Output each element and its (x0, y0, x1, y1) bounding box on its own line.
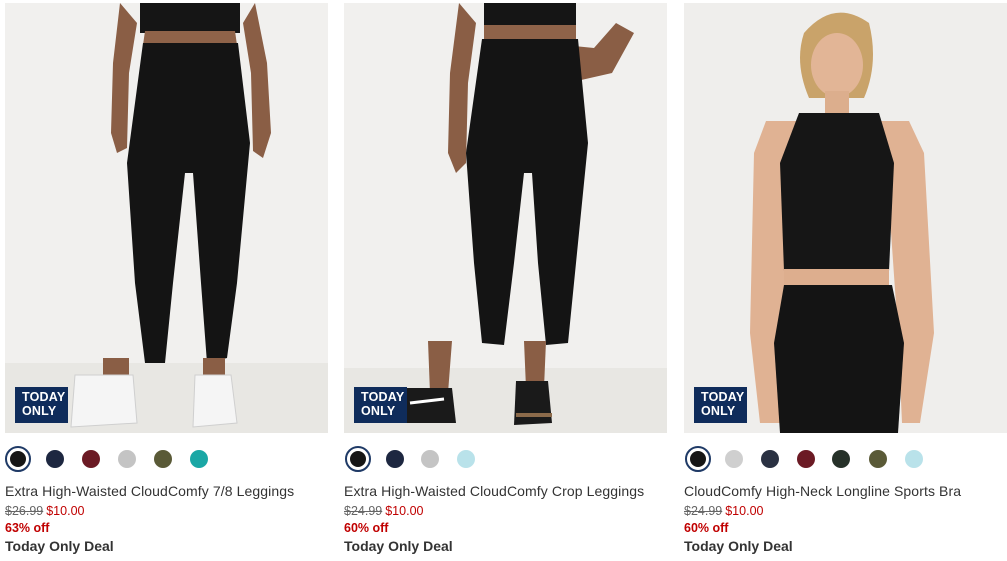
discount-percent: 63% off (5, 521, 50, 535)
original-price: $24.99 (684, 504, 723, 518)
price-row: $24.99 $10.00 (684, 504, 763, 518)
badge-line-1: TODAY (361, 390, 405, 404)
price-row: $24.99 $10.00 (344, 504, 423, 518)
sale-price: $10.00 (385, 504, 424, 518)
badge-line-2: ONLY (361, 404, 396, 418)
color-swatches (684, 445, 1007, 473)
color-swatch-dark-green[interactable] (832, 450, 850, 468)
product-card: TODAY ONLY Extra High-Waisted CloudComfy… (344, 0, 668, 561)
deal-label: Today Only Deal (5, 538, 114, 554)
color-swatch-charcoal[interactable] (761, 450, 779, 468)
product-image[interactable]: TODAY ONLY (5, 3, 328, 433)
badge-line-1: TODAY (22, 390, 66, 404)
color-swatch-black[interactable] (345, 446, 371, 472)
color-swatch-teal[interactable] (190, 450, 208, 468)
color-swatches (5, 445, 329, 473)
today-only-badge: TODAY ONLY (15, 387, 68, 423)
deal-label: Today Only Deal (344, 538, 453, 554)
color-swatch-light-gray[interactable] (725, 450, 743, 468)
badge-line-1: TODAY (701, 390, 745, 404)
badge-line-2: ONLY (22, 404, 57, 418)
deal-label: Today Only Deal (684, 538, 793, 554)
color-swatch-olive[interactable] (869, 450, 887, 468)
sports-bra-photo (684, 3, 1007, 433)
sale-price: $10.00 (46, 504, 85, 518)
today-only-badge: TODAY ONLY (694, 387, 747, 423)
original-price: $26.99 (5, 504, 44, 518)
color-swatch-navy[interactable] (46, 450, 64, 468)
sale-price: $10.00 (725, 504, 764, 518)
color-swatches (344, 445, 668, 473)
product-card: TODAY ONLY Extra High-Waisted CloudComfy… (5, 0, 329, 561)
today-only-badge: TODAY ONLY (354, 387, 407, 423)
original-price: $24.99 (344, 504, 383, 518)
color-swatch-black[interactable] (685, 446, 711, 472)
product-name[interactable]: Extra High-Waisted CloudComfy Crop Leggi… (344, 483, 644, 499)
color-swatch-light-blue[interactable] (905, 450, 923, 468)
discount-percent: 60% off (344, 521, 389, 535)
product-name[interactable]: CloudComfy High-Neck Longline Sports Bra (684, 483, 961, 499)
color-swatch-black[interactable] (5, 446, 31, 472)
price-row: $26.99 $10.00 (5, 504, 84, 518)
product-image[interactable]: TODAY ONLY (684, 3, 1007, 433)
color-swatch-burgundy[interactable] (82, 450, 100, 468)
crop-leggings-photo (344, 3, 667, 433)
color-swatch-navy[interactable] (386, 450, 404, 468)
color-swatch-olive[interactable] (154, 450, 172, 468)
color-swatch-burgundy[interactable] (797, 450, 815, 468)
badge-line-2: ONLY (701, 404, 736, 418)
product-grid: TODAY ONLY Extra High-Waisted CloudComfy… (0, 0, 1007, 561)
product-image[interactable]: TODAY ONLY (344, 3, 667, 433)
leggings-photo (5, 3, 328, 433)
discount-percent: 60% off (684, 521, 729, 535)
product-card: TODAY ONLY CloudComfy High-Neck Longline… (684, 0, 1007, 561)
color-swatch-light-blue[interactable] (457, 450, 475, 468)
product-name[interactable]: Extra High-Waisted CloudComfy 7/8 Leggin… (5, 483, 294, 499)
color-swatch-gray[interactable] (118, 450, 136, 468)
color-swatch-gray[interactable] (421, 450, 439, 468)
